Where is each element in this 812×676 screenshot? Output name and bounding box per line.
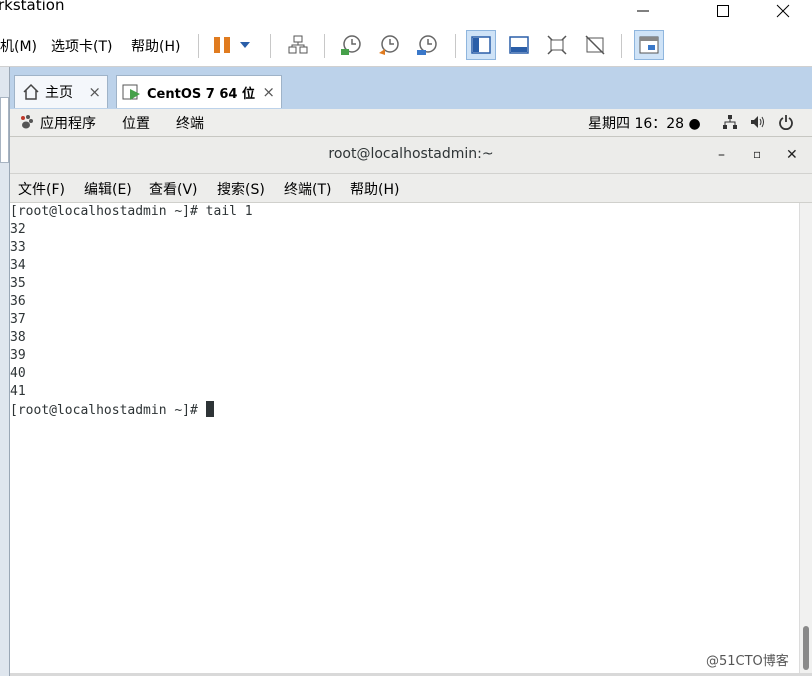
toolbar-separator <box>270 34 271 58</box>
tab-centos-label: CentOS 7 64 位 <box>147 86 255 102</box>
terminal-line: 38 <box>10 330 26 345</box>
toolbar-separator <box>455 34 456 58</box>
minimize-icon <box>637 10 649 12</box>
snapshot-button[interactable] <box>336 30 366 60</box>
terminal-line: 37 <box>10 312 26 327</box>
power-icon[interactable] <box>778 114 794 130</box>
revert-snapshot-button[interactable] <box>374 30 404 60</box>
show-library-button[interactable] <box>466 30 496 60</box>
terminal-minimize-button[interactable]: – <box>718 147 725 163</box>
terminal-menu-file[interactable]: 文件(F) <box>18 179 65 199</box>
terminal-line: 35 <box>10 276 26 291</box>
terminal-line: 32 <box>10 222 26 237</box>
terminal-menu-search[interactable]: 搜索(S) <box>217 179 265 199</box>
tab-centos-close-button[interactable]: × <box>262 83 275 101</box>
terminal-scrollbar[interactable] <box>799 203 812 673</box>
terminal-line: 33 <box>10 240 26 255</box>
gnome-foot-icon <box>21 115 33 129</box>
toolbar-separator <box>198 34 199 58</box>
library-panel-edge <box>0 67 10 676</box>
terminal-menu-terminal[interactable]: 终端(T) <box>284 179 331 199</box>
unity-icon <box>585 35 605 55</box>
console-view-button[interactable] <box>634 30 664 60</box>
unity-button[interactable] <box>580 30 610 60</box>
send-ctrl-alt-del-button[interactable] <box>283 30 313 60</box>
tab-centos[interactable]: CentOS 7 64 位 × <box>116 75 282 108</box>
revert-clock-icon <box>379 35 399 55</box>
thumbnail-bar-icon <box>509 36 529 54</box>
terminal-line: 36 <box>10 294 26 309</box>
terminal-line: 34 <box>10 258 26 273</box>
minimize-window-button[interactable] <box>620 0 666 22</box>
tab-home-label: 主页 <box>45 85 73 101</box>
home-icon <box>23 83 39 100</box>
snapshot-clock-icon <box>341 35 361 55</box>
manage-clock-icon <box>417 35 437 55</box>
terminal-maximize-button[interactable]: ▫ <box>753 147 761 161</box>
terminal-line: 39 <box>10 348 26 363</box>
toolbar-separator <box>324 34 325 58</box>
terminal-menubar: 文件(F) 编辑(E) 查看(V) 搜索(S) 终端(T) 帮助(H) <box>10 174 812 203</box>
library-panel-icon <box>471 36 491 54</box>
terminal-prompt-line: [root@localhostadmin ~]# <box>10 403 206 418</box>
maximize-window-button[interactable] <box>700 0 746 22</box>
fullscreen-icon <box>547 35 567 55</box>
power-dropdown-button[interactable] <box>234 30 256 60</box>
close-window-button[interactable] <box>760 0 806 22</box>
volume-icon[interactable] <box>750 114 766 130</box>
menu-help[interactable]: 帮助(H) <box>131 36 180 56</box>
snapshot-manager-button[interactable] <box>412 30 442 60</box>
vm-running-icon <box>122 84 140 100</box>
full-screen-button[interactable] <box>542 30 572 60</box>
terminal-line: 41 <box>10 384 26 399</box>
vm-tab-strip: 主页 × CentOS 7 64 位 × <box>10 67 812 109</box>
maximize-icon <box>717 5 729 17</box>
tab-home-close-button[interactable]: × <box>88 83 101 101</box>
terminal-menu-edit[interactable]: 编辑(E) <box>84 179 132 199</box>
scrollbar-thumb[interactable] <box>803 626 809 670</box>
terminal-menu-view[interactable]: 查看(V) <box>149 179 198 199</box>
watermark: @51CTO博客 <box>706 654 789 669</box>
pause-icon <box>214 37 230 53</box>
app-title: rkstation <box>0 0 65 14</box>
chevron-down-icon <box>240 42 250 48</box>
terminal-output[interactable]: [root@localhostadmin ~]# tail 1 32 33 34… <box>10 203 799 673</box>
vmware-toolbar: 机(M) 选项卡(T) 帮助(H) <box>0 26 812 67</box>
clock[interactable]: 星期四 16：28 ● <box>588 113 701 133</box>
close-icon <box>776 4 790 18</box>
terminal-app-menu[interactable]: 终端 <box>176 113 204 133</box>
places-menu[interactable]: 位置 <box>122 113 150 133</box>
terminal-title: root@localhostadmin:~ <box>328 146 494 162</box>
terminal-close-button[interactable]: ✕ <box>786 147 798 163</box>
network-keys-icon <box>288 35 308 54</box>
menu-tabs[interactable]: 选项卡(T) <box>51 36 112 56</box>
gnome-top-bar: 应用程序 位置 终端 星期四 16：28 ● <box>10 109 812 137</box>
applications-menu[interactable]: 应用程序 <box>40 113 96 133</box>
vmware-titlebar: rkstation <box>0 0 812 26</box>
text-cursor <box>205 401 214 417</box>
pause-button[interactable] <box>207 30 237 60</box>
toolbar-separator <box>621 34 622 58</box>
show-thumbnail-bar-button[interactable] <box>504 30 534 60</box>
terminal-titlebar: root@localhostadmin:~ – ▫ ✕ <box>10 137 812 174</box>
tab-home[interactable]: 主页 × <box>14 75 108 108</box>
terminal-line: [root@localhostadmin ~]# tail 1 <box>10 204 253 219</box>
terminal-line: 40 <box>10 366 26 381</box>
console-view-icon <box>639 36 659 54</box>
network-icon[interactable] <box>722 114 738 130</box>
terminal-menu-help[interactable]: 帮助(H) <box>350 179 399 199</box>
menu-machine[interactable]: 机(M) <box>0 36 37 56</box>
